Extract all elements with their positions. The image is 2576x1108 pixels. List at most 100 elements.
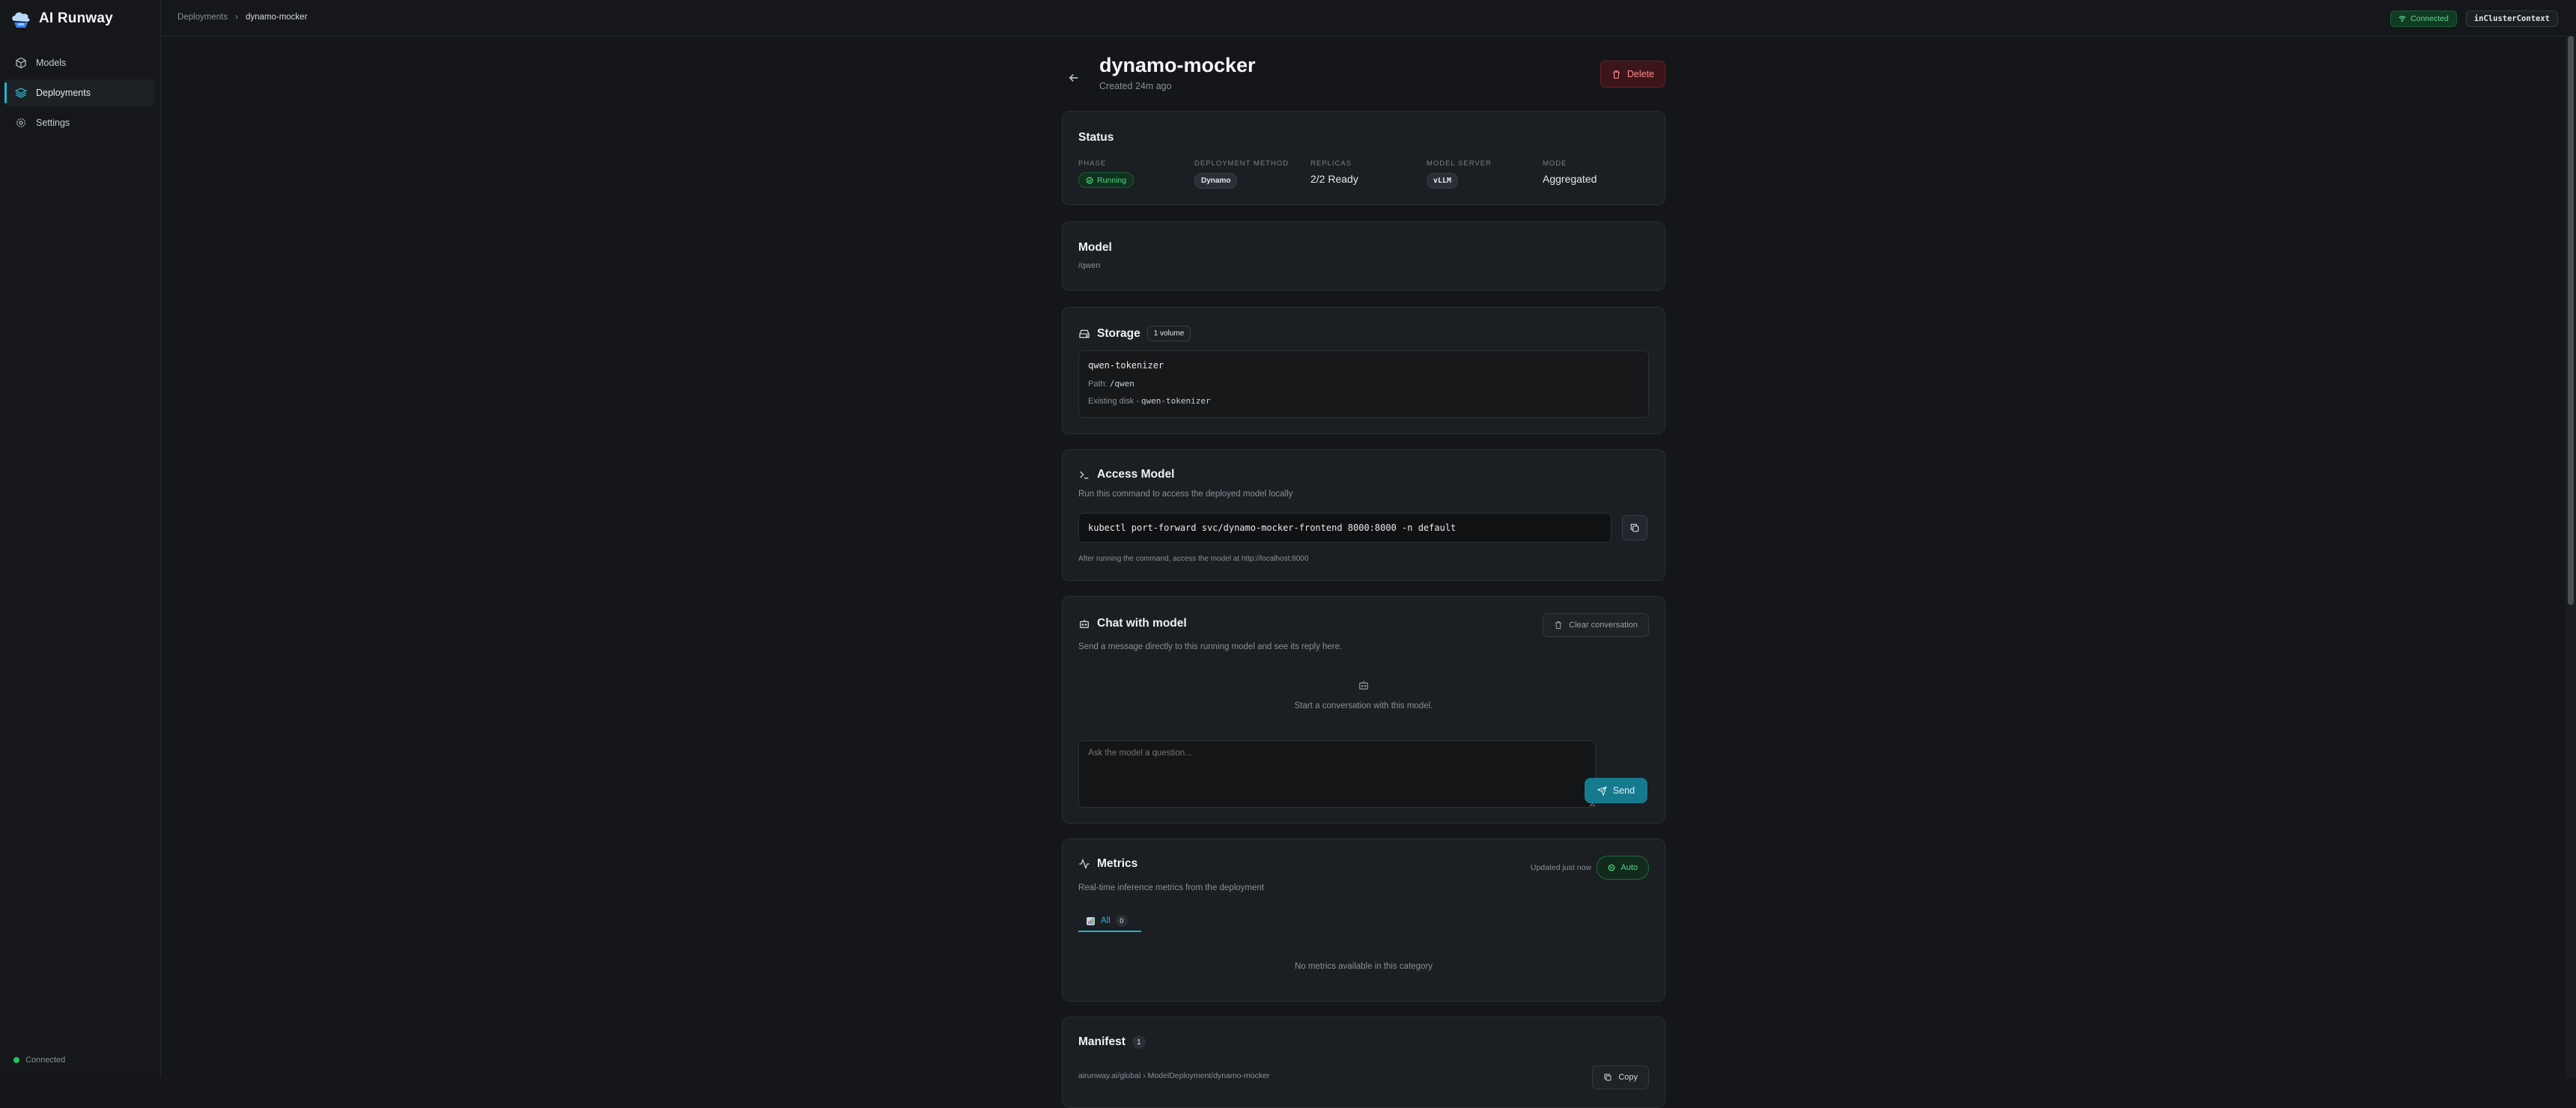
volume-path-row: Path: /qwen	[1088, 379, 1134, 389]
gear-icon	[16, 118, 25, 127]
metrics-desc: Real-time inference metrics from the dep…	[1078, 883, 1264, 892]
back-button[interactable]	[1062, 66, 1086, 90]
delete-button[interactable]: Delete	[1600, 61, 1665, 88]
auto-refresh-toggle[interactable]: Auto	[1597, 856, 1649, 880]
sidebar: AI Runway Models Deployments Settings Co…	[0, 0, 161, 1078]
sidebar-item-label: Deployments	[36, 88, 91, 98]
storage-title: Storage	[1097, 326, 1140, 340]
volume-source-row: Existing disk - qwen-tokenizer	[1088, 396, 1211, 406]
hard-drive-icon	[1079, 329, 1090, 338]
mode-value: Aggregated	[1543, 173, 1597, 185]
tab-count-badge: 0	[1115, 915, 1128, 927]
manifest-header: Manifest 1	[1078, 1035, 1146, 1049]
volume-name: qwen-tokenizer	[1088, 360, 1164, 371]
brand[interactable]: AI Runway	[10, 9, 113, 28]
chat-input[interactable]	[1078, 740, 1596, 808]
page-header: dynamo-mocker Created 24m ago Delete	[1062, 54, 1665, 97]
sidebar-item-deployments[interactable]: Deployments	[4, 79, 154, 106]
page-scrollbar[interactable]	[2566, 36, 2576, 1078]
volume-source: qwen-tokenizer	[1140, 396, 1211, 406]
replicas-value: 2/2 Ready	[1310, 173, 1358, 185]
manifest-card: Manifest 1 airunway.ai/global › ModelDep…	[1062, 1017, 1665, 1108]
status-dot-icon	[13, 1057, 19, 1063]
metrics-title: Metrics	[1097, 857, 1138, 870]
sidebar-item-models[interactable]: Models	[4, 49, 154, 76]
brand-name: AI Runway	[39, 10, 113, 26]
phase-value: Running	[1097, 175, 1127, 185]
sidebar-connection-status: Connected	[13, 1056, 65, 1065]
sidebar-item-settings[interactable]: Settings	[4, 109, 154, 136]
logo-icon	[12, 12, 30, 28]
check-circle-icon	[1086, 177, 1093, 183]
status-method: DEPLOYMENT METHOD Dynamo	[1194, 159, 1289, 189]
chart-icon	[1087, 916, 1095, 925]
manifest-title: Manifest	[1078, 1035, 1126, 1048]
trash-icon	[1555, 621, 1562, 629]
volume-item: qwen-tokenizer Path: /qwen Existing disk…	[1078, 350, 1649, 418]
bot-icon	[1359, 681, 1368, 690]
metrics-header: Metrics	[1078, 857, 1137, 871]
send-icon	[1597, 785, 1607, 796]
model-card: Model /qwen	[1062, 222, 1665, 290]
sidebar-nav: Models Deployments Settings	[4, 49, 154, 139]
header-status: Connected inClusterContext	[2390, 10, 2558, 27]
copy-icon	[1604, 1074, 1611, 1081]
status-card: Status PHASE Running DEPLOYMENT METHOD D…	[1062, 111, 1665, 205]
context-badge[interactable]: inClusterContext	[2465, 10, 2558, 27]
tab-label: All	[1101, 916, 1111, 925]
model-title: Model	[1078, 241, 1112, 254]
sidebar-item-label: Settings	[36, 118, 70, 128]
connection-label: Connected	[2411, 14, 2449, 23]
copy-manifest-button[interactable]: Copy	[1592, 1065, 1649, 1089]
volume-path-label: Path:	[1088, 380, 1108, 389]
clear-label: Clear conversation	[1569, 621, 1638, 630]
access-desc: Run this command to access the deployed …	[1078, 490, 1293, 499]
volume-source-label: Existing disk -	[1088, 397, 1139, 406]
manifest-count-badge: 1	[1131, 1035, 1146, 1049]
method-badge: Dynamo	[1194, 173, 1238, 189]
breadcrumb-separator-icon: ›	[235, 13, 238, 22]
breadcrumb-current: dynamo-mocker	[245, 13, 308, 22]
tab-all[interactable]: All 0	[1078, 911, 1141, 932]
chat-desc: Send a message directly to this running …	[1078, 642, 1343, 651]
copy-command-button[interactable]	[1622, 515, 1647, 541]
activity-icon	[1079, 858, 1090, 870]
manifest-resource: airunway.ai/global › ModelDeployment/dyn…	[1078, 1071, 1270, 1080]
wifi-icon	[2399, 16, 2406, 22]
chat-card: Chat with model Clear conversation Send …	[1062, 596, 1665, 824]
phase-label: PHASE	[1078, 159, 1107, 168]
arrow-left-icon	[1069, 73, 1078, 82]
connection-badge: Connected	[2390, 10, 2457, 27]
scroll-thumb[interactable]	[2568, 36, 2574, 605]
trash-icon	[1613, 70, 1620, 79]
chat-title: Chat with model	[1097, 617, 1187, 630]
volume-count-badge: 1 volume	[1146, 326, 1191, 341]
auto-label: Auto	[1620, 863, 1638, 872]
status-replicas: REPLICAS 2/2 Ready	[1310, 159, 1358, 185]
server-label: MODEL SERVER	[1427, 159, 1492, 168]
send-button[interactable]: Send	[1585, 778, 1647, 803]
top-bar: Deployments › dynamo-mocker Connected in…	[161, 0, 2576, 37]
clear-conversation-button[interactable]: Clear conversation	[1543, 613, 1649, 637]
access-note: After running the command, access the mo…	[1078, 555, 1309, 563]
metrics-updated: Updated just now	[1530, 863, 1591, 872]
storage-header: Storage 1 volume	[1078, 326, 1191, 341]
send-label: Send	[1612, 785, 1635, 796]
status-mode: MODE Aggregated	[1543, 159, 1597, 185]
chat-empty-state: Start a conversation with this model.	[1294, 701, 1433, 710]
sidebar-item-label: Models	[36, 58, 67, 68]
cube-icon	[16, 57, 26, 69]
chat-header: Chat with model	[1078, 617, 1187, 630]
layers-icon	[15, 88, 27, 98]
model-path: /qwen	[1078, 261, 1101, 270]
copy-icon	[1630, 523, 1639, 532]
command-box[interactable]: kubectl port-forward svc/dynamo-mocker-f…	[1078, 513, 1611, 543]
server-badge: vLLM	[1427, 173, 1459, 189]
bot-icon	[1080, 619, 1089, 628]
phase-badge: Running	[1078, 172, 1134, 188]
breadcrumb: Deployments › dynamo-mocker	[177, 13, 307, 22]
breadcrumb-deployments[interactable]: Deployments	[177, 13, 228, 22]
status-server: MODEL SERVER vLLM	[1427, 159, 1492, 189]
method-label: DEPLOYMENT METHOD	[1194, 159, 1289, 168]
volume-path: /qwen	[1109, 379, 1134, 389]
